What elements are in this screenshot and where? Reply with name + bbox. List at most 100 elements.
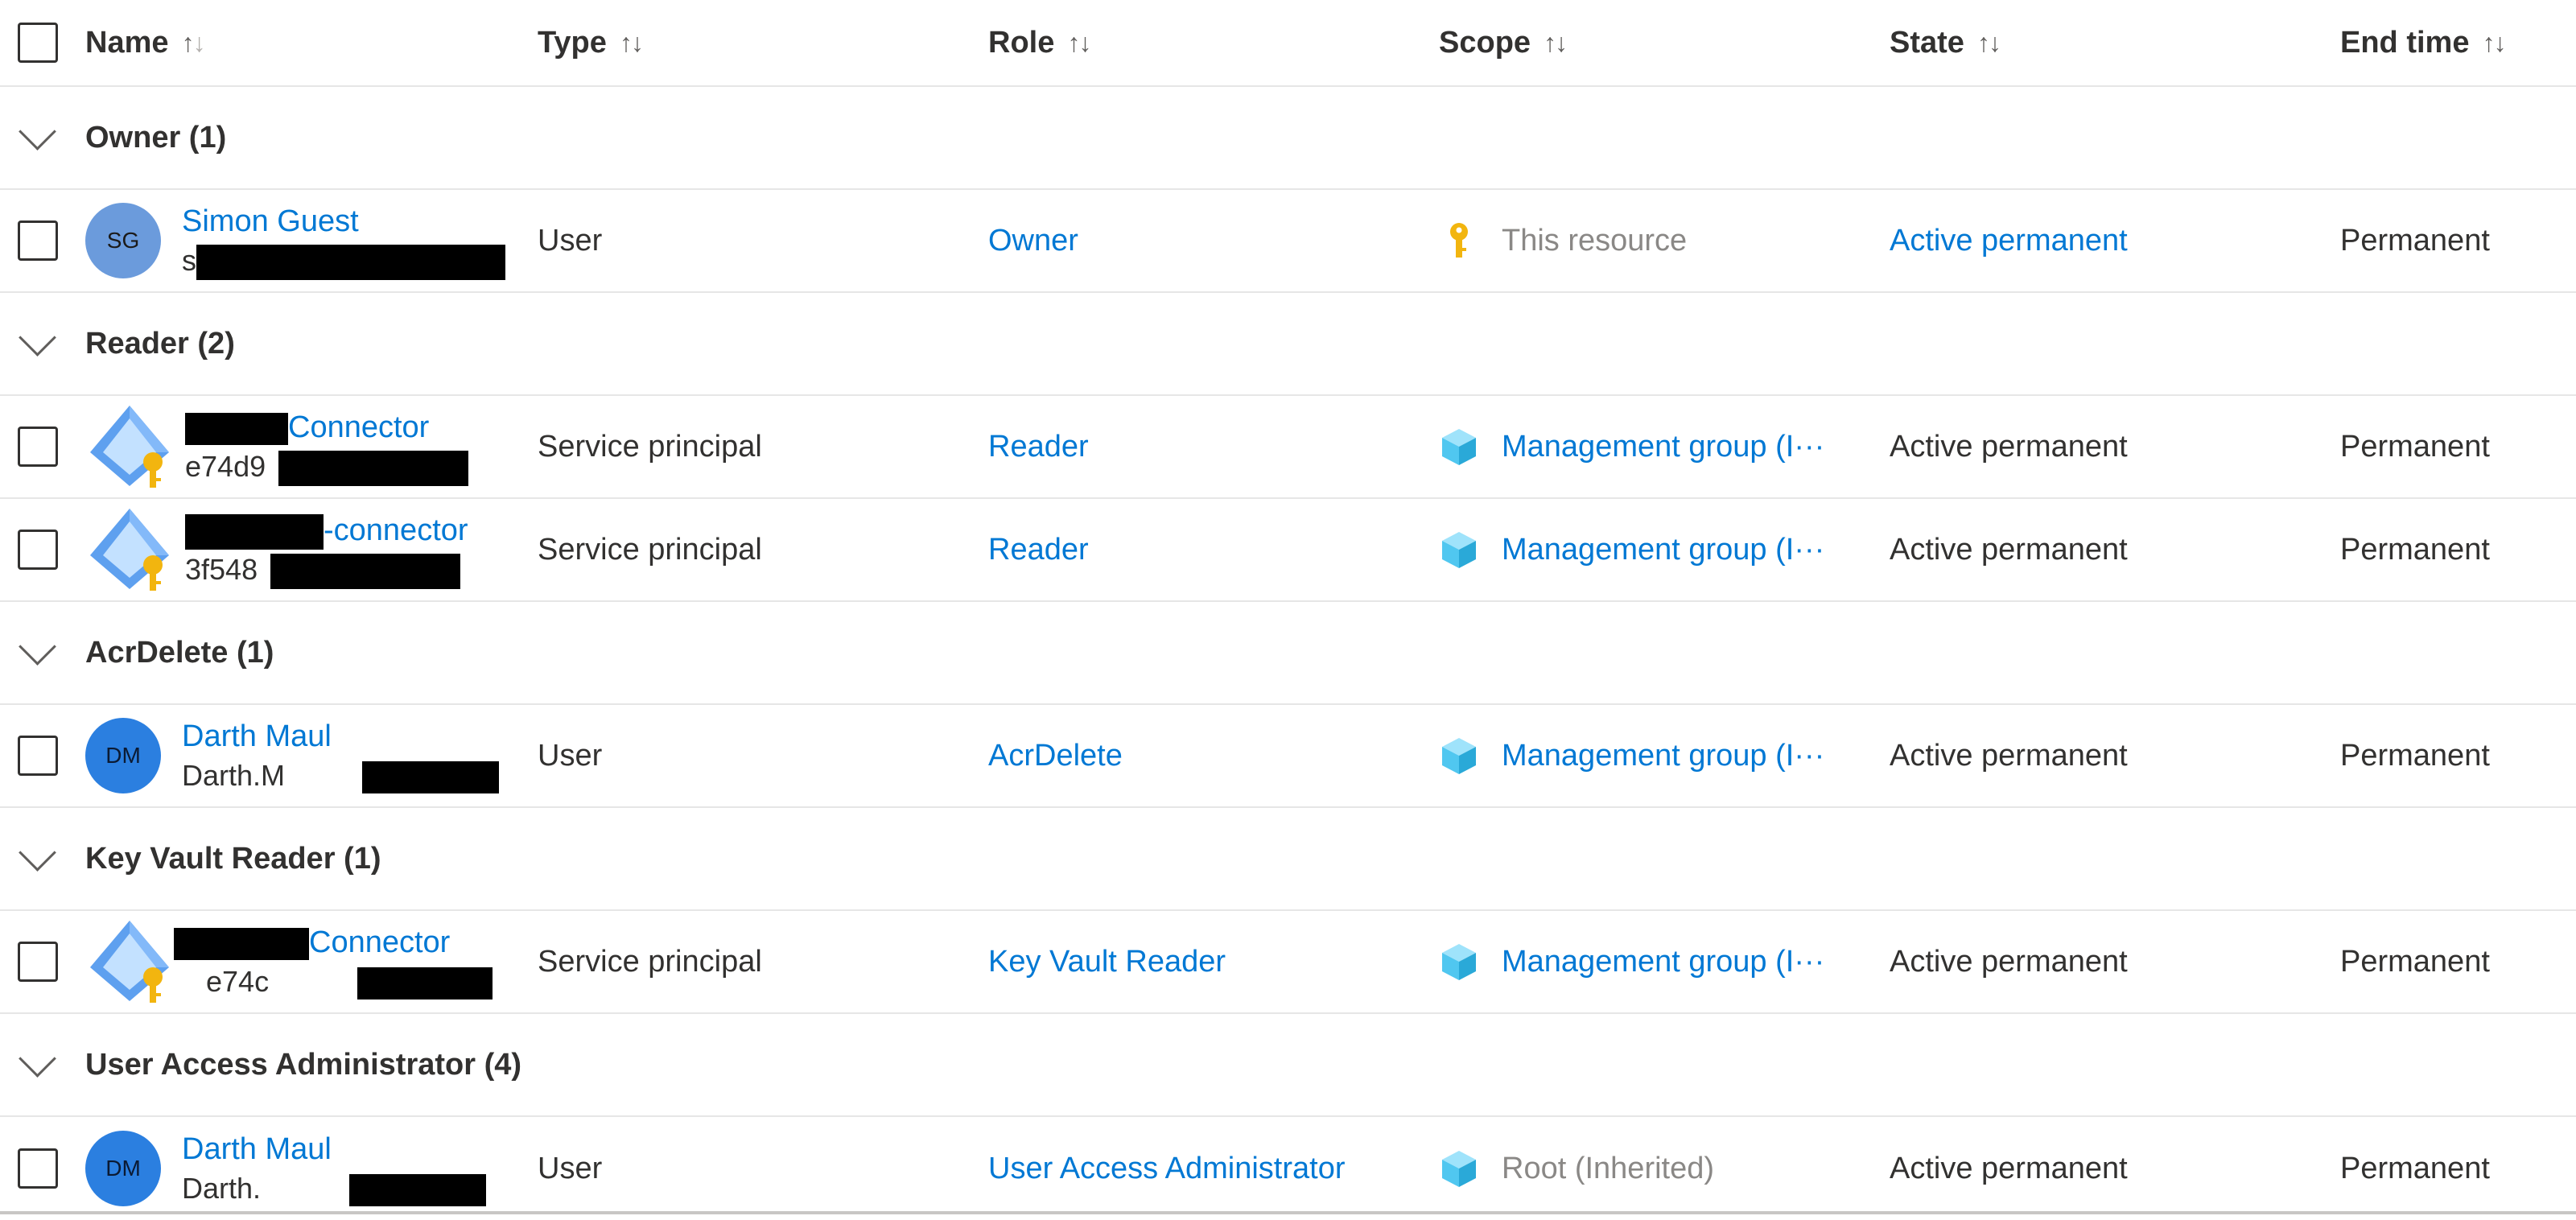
role-link[interactable]: AcrDelete — [988, 739, 1123, 773]
redaction-block — [185, 412, 288, 445]
sort-icon[interactable]: ↑↓ — [2482, 28, 2506, 58]
role-link[interactable]: Key Vault Reader — [988, 945, 1226, 979]
end-time-cell: Permanent — [2340, 705, 2574, 806]
name-stack: -connector 3f548 — [185, 510, 468, 590]
row-check-cell — [18, 396, 68, 497]
sort-icon[interactable]: ↑↓ — [620, 28, 644, 58]
column-name-label: Name — [85, 25, 169, 60]
state-cell: Active permanent — [1890, 911, 2324, 1012]
principal-name-link[interactable]: Simon Guest — [182, 201, 505, 241]
service-principal-icon — [90, 921, 169, 1003]
table-row[interactable]: Connector e74c Service principal Key Vau… — [0, 911, 2576, 1014]
scope-cell: Management group (I··· — [1439, 499, 1873, 600]
row-checkbox[interactable] — [18, 221, 58, 261]
group-header-reader[interactable]: Reader (2) — [0, 293, 2576, 396]
scope-link[interactable]: Management group (I··· — [1502, 945, 1824, 979]
type-cell: User — [538, 190, 972, 291]
column-header-type[interactable]: Type ↑↓ — [538, 0, 972, 85]
chevron-down-icon[interactable] — [19, 113, 56, 150]
table-row[interactable]: DM Darth Maul Darth.M User AcrDelete Man… — [0, 705, 2576, 808]
column-state-label: State — [1890, 25, 1964, 60]
row-check-cell — [18, 911, 68, 1012]
role-cell: Reader — [988, 396, 1423, 497]
scope-text: Root (Inherited) — [1502, 1151, 1715, 1185]
name-cell: DM Darth Maul Darth.M — [85, 705, 528, 806]
scope-cell: Management group (I··· — [1439, 396, 1873, 497]
group-header-user-access-administrator[interactable]: User Access Administrator (4) — [0, 1014, 2576, 1117]
redaction-block — [196, 245, 505, 281]
type-text: Service principal — [538, 429, 762, 464]
scope-link[interactable]: Management group (I··· — [1502, 533, 1824, 567]
sort-icon[interactable]: ↑↓ — [1544, 28, 1568, 58]
state-cell: Active permanent — [1890, 396, 2324, 497]
redaction-block — [362, 761, 500, 794]
principal-name-link[interactable]: Connector — [185, 407, 468, 447]
column-header-role[interactable]: Role ↑↓ — [988, 0, 1423, 85]
sort-icon[interactable]: ↑↓ — [1977, 28, 2001, 58]
role-cell: User Access Administrator — [988, 1117, 1423, 1220]
principal-name-link[interactable]: Connector — [174, 922, 493, 962]
sort-icon[interactable]: ↑↓ — [1067, 28, 1091, 58]
column-header-state[interactable]: State ↑↓ — [1890, 0, 2324, 85]
table-row[interactable]: DM Darth Maul Darth. User User Access Ad… — [0, 1117, 2576, 1220]
group-header-acrdelete[interactable]: AcrDelete (1) — [0, 602, 2576, 705]
management-group-icon — [1442, 532, 1476, 568]
select-all-checkbox[interactable] — [18, 23, 58, 63]
chevron-down-icon[interactable] — [19, 319, 56, 357]
group-label: User Access Administrator (4) — [85, 1047, 522, 1082]
group-label: Reader (2) — [85, 326, 235, 361]
group-header-key-vault-reader[interactable]: Key Vault Reader (1) — [0, 808, 2576, 911]
service-principal-icon — [90, 406, 169, 488]
state-link[interactable]: Active permanent — [1890, 224, 2128, 258]
row-checkbox[interactable] — [18, 530, 58, 570]
row-checkbox[interactable] — [18, 736, 58, 776]
table-row[interactable]: Connector e74d9 Service principal Reader… — [0, 396, 2576, 499]
table-row[interactable]: -connector 3f548 Service principal Reade… — [0, 499, 2576, 602]
principal-name-link[interactable]: Darth Maul — [182, 716, 499, 756]
management-group-icon — [1442, 429, 1476, 465]
scope-link[interactable]: Management group (I··· — [1502, 739, 1824, 773]
principal-name-link[interactable]: -connector — [185, 510, 468, 550]
scope-text: This resource — [1502, 223, 1688, 258]
chevron-down-icon[interactable] — [19, 834, 56, 872]
role-link[interactable]: User Access Administrator — [988, 1152, 1345, 1186]
redaction-block — [278, 451, 469, 487]
horizontal-scrollbar[interactable] — [0, 1211, 2576, 1214]
group-label: Owner (1) — [85, 120, 227, 155]
row-checkbox[interactable] — [18, 1148, 58, 1189]
principal-name-link[interactable]: Darth Maul — [182, 1129, 486, 1169]
select-all-cell — [18, 0, 68, 85]
type-text: User — [538, 1151, 603, 1185]
chevron-down-icon[interactable] — [19, 628, 56, 666]
name-stack: Darth Maul Darth.M — [182, 716, 500, 795]
name-cell: Connector e74d9 — [85, 396, 528, 497]
name-stack: Connector e74c — [174, 922, 493, 1001]
role-link[interactable]: Reader — [988, 533, 1089, 567]
column-header-end-time[interactable]: End time ↑↓ — [2340, 0, 2574, 85]
row-checkbox[interactable] — [18, 427, 58, 467]
end-time-cell: Permanent — [2340, 1117, 2574, 1220]
end-time-text: Permanent — [2340, 429, 2490, 464]
row-checkbox[interactable] — [18, 942, 58, 982]
table-header: Name ↑↓ Type ↑↓ Role ↑↓ Scope ↑↓ State ↑… — [0, 0, 2576, 87]
end-time-cell: Permanent — [2340, 396, 2574, 497]
name-stack: Darth Maul Darth. — [182, 1129, 487, 1208]
scope-link[interactable]: Management group (I··· — [1502, 430, 1824, 464]
table-row[interactable]: SG Simon Guest s User Owner This resourc… — [0, 190, 2576, 293]
role-link[interactable]: Owner — [988, 224, 1078, 258]
type-text: Service principal — [538, 944, 762, 979]
state-text: Active permanent — [1890, 1151, 2128, 1185]
type-cell: Service principal — [538, 396, 972, 497]
role-link[interactable]: Reader — [988, 430, 1089, 464]
name-cell: Connector e74c — [85, 911, 528, 1012]
group-header-owner[interactable]: Owner (1) — [0, 87, 2576, 190]
name-stack: Simon Guest s — [182, 201, 505, 281]
column-scope-label: Scope — [1439, 25, 1531, 60]
column-header-name[interactable]: Name ↑↓ — [85, 0, 528, 85]
column-header-scope[interactable]: Scope ↑↓ — [1439, 0, 1873, 85]
chevron-down-icon[interactable] — [19, 1040, 56, 1078]
key-icon — [1450, 223, 1468, 258]
row-check-cell — [18, 1117, 68, 1220]
redaction-block — [349, 1174, 487, 1207]
sort-icon[interactable]: ↑↓ — [182, 28, 206, 58]
